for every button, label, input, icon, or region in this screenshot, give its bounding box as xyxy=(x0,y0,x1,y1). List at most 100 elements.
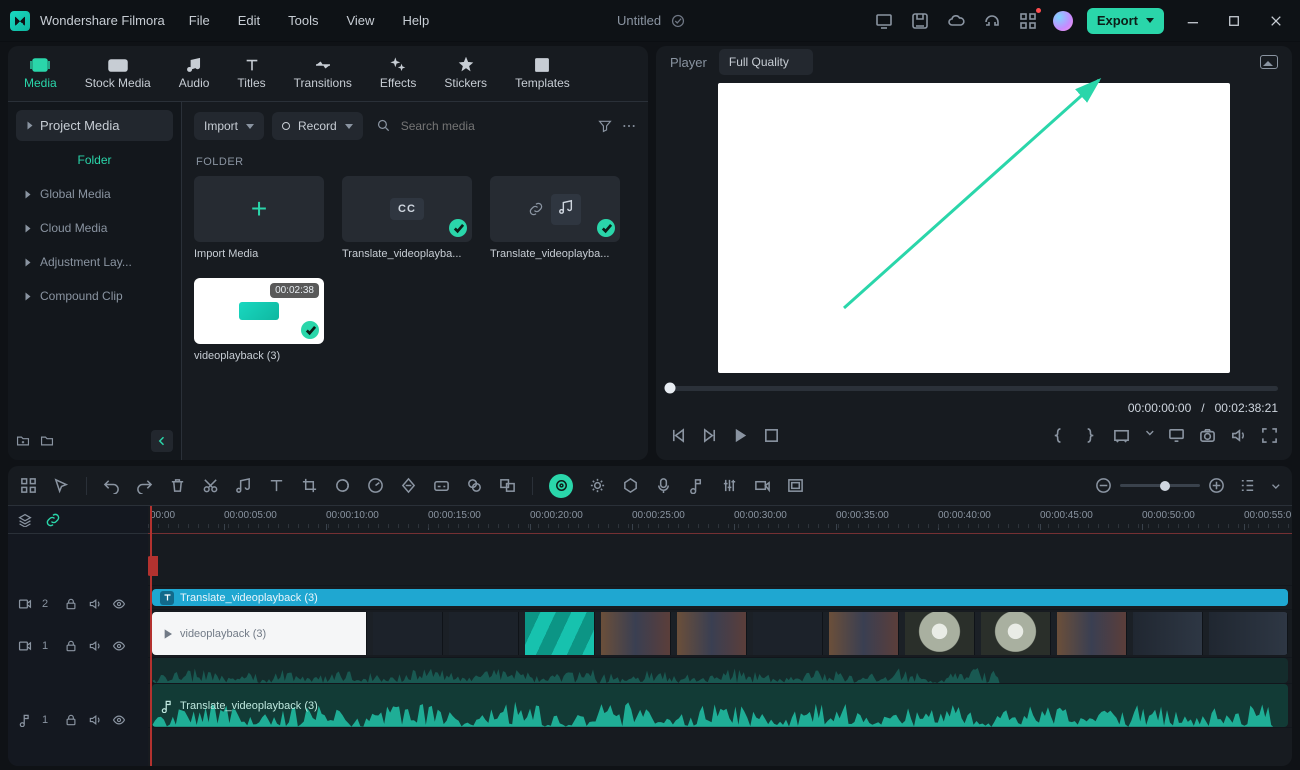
record-dropdown[interactable]: Record xyxy=(272,112,363,140)
tl-text-icon[interactable] xyxy=(268,477,285,494)
display-icon[interactable] xyxy=(873,10,895,32)
clip-video-audio[interactable] xyxy=(152,658,1288,683)
import-dropdown[interactable]: Import xyxy=(194,112,264,140)
eye-icon[interactable] xyxy=(112,597,126,611)
window-minimize[interactable] xyxy=(1178,7,1206,35)
search-input[interactable] xyxy=(399,118,539,134)
tl-list-icon[interactable] xyxy=(1239,477,1256,494)
tab-titles[interactable]: Titles xyxy=(237,57,265,90)
mute-icon[interactable] xyxy=(88,639,102,653)
tl-mic-icon[interactable] xyxy=(655,477,672,494)
redo-icon[interactable] xyxy=(136,477,153,494)
undo-icon[interactable] xyxy=(103,477,120,494)
sidebar-project-media[interactable]: Project Media xyxy=(16,110,173,141)
clip-audio[interactable]: Translate_videoplayback (3) xyxy=(152,684,1288,727)
tl-safe-icon[interactable] xyxy=(787,477,804,494)
tab-transitions[interactable]: Transitions xyxy=(294,57,352,90)
sidebar-folder-label[interactable]: Folder xyxy=(16,147,173,177)
tl-mixer-icon[interactable] xyxy=(721,477,738,494)
lock-icon[interactable] xyxy=(64,597,78,611)
tl-subtitle-icon[interactable] xyxy=(433,477,450,494)
media-item-subtitle[interactable]: CCTranslate_videoplayba... xyxy=(342,176,472,260)
volume-icon[interactable] xyxy=(1230,427,1247,444)
tl-speed-icon[interactable] xyxy=(367,477,384,494)
tl-crop-icon[interactable] xyxy=(301,477,318,494)
sidebar-global-media[interactable]: Global Media xyxy=(16,177,173,211)
scrub-knob[interactable] xyxy=(665,383,676,394)
support-icon[interactable] xyxy=(981,10,1003,32)
lock-icon[interactable] xyxy=(64,639,78,653)
chevron-down-icon[interactable] xyxy=(1270,477,1280,494)
mark-in-icon[interactable] xyxy=(1051,427,1068,444)
media-item-audio[interactable]: Translate_videoplayba... xyxy=(490,176,620,260)
clip-video[interactable]: videoplayback (3) xyxy=(152,612,1288,655)
tab-audio[interactable]: Audio xyxy=(179,57,210,90)
lock-icon[interactable] xyxy=(64,713,78,727)
track-link-icon[interactable] xyxy=(46,513,60,527)
scrub-bar[interactable] xyxy=(670,379,1278,397)
delete-icon[interactable] xyxy=(169,477,186,494)
sidebar-adjustment-layer[interactable]: Adjustment Lay... xyxy=(16,245,173,279)
media-import-tile[interactable]: +Import Media xyxy=(194,176,324,260)
stop-icon[interactable] xyxy=(763,427,780,444)
zoom-in-icon[interactable] xyxy=(1208,477,1225,494)
export-button[interactable]: Export xyxy=(1087,8,1164,34)
play-icon[interactable] xyxy=(732,427,749,444)
fullscreen-icon[interactable] xyxy=(1261,427,1278,444)
tl-music-icon[interactable] xyxy=(235,477,252,494)
tl-enhance-icon[interactable] xyxy=(589,477,606,494)
display-out-icon[interactable] xyxy=(1168,427,1185,444)
next-frame-icon[interactable] xyxy=(701,427,718,444)
tab-effects[interactable]: Effects xyxy=(380,57,416,90)
tl-apps-icon[interactable] xyxy=(20,477,37,494)
tl-render-icon[interactable] xyxy=(754,477,771,494)
media-item-video[interactable]: 00:02:38videoplayback (3) xyxy=(194,278,324,362)
mark-out-icon[interactable] xyxy=(1082,427,1099,444)
preview-viewport[interactable] xyxy=(670,83,1278,373)
tab-media[interactable]: Media xyxy=(24,57,57,90)
mute-icon[interactable] xyxy=(88,597,102,611)
ratio-icon[interactable] xyxy=(1113,427,1130,444)
camera-icon[interactable] xyxy=(1199,427,1216,444)
tl-marker-icon[interactable] xyxy=(622,477,639,494)
filter-icon[interactable] xyxy=(598,119,612,133)
zoom-out-icon[interactable] xyxy=(1095,477,1112,494)
zoom-slider[interactable] xyxy=(1120,484,1200,487)
tl-keyframe-icon[interactable] xyxy=(400,477,417,494)
window-maximize[interactable] xyxy=(1220,7,1248,35)
user-avatar[interactable] xyxy=(1053,11,1073,31)
folder-icon[interactable] xyxy=(40,434,54,448)
eye-icon[interactable] xyxy=(112,639,126,653)
timeline-tracks[interactable]: 00:0000:00:05:0000:00:10:0000:00:15:0000… xyxy=(148,506,1292,766)
cloud-icon[interactable] xyxy=(945,10,967,32)
clip-text[interactable]: Translate_videoplayback (3) xyxy=(152,589,1288,606)
more-icon[interactable] xyxy=(622,119,636,133)
chevron-down-icon[interactable] xyxy=(1144,427,1154,437)
sidebar-cloud-media[interactable]: Cloud Media xyxy=(16,211,173,245)
menu-file[interactable]: File xyxy=(189,13,210,28)
tl-cursor-icon[interactable] xyxy=(53,477,70,494)
menu-view[interactable]: View xyxy=(346,13,374,28)
tl-audio-icon[interactable] xyxy=(688,477,705,494)
apps-icon[interactable] xyxy=(1017,10,1039,32)
window-close[interactable] xyxy=(1262,7,1290,35)
playhead[interactable] xyxy=(150,506,152,766)
collapse-sidebar-button[interactable] xyxy=(151,430,173,452)
tl-color-icon[interactable] xyxy=(334,477,351,494)
track-layers-icon[interactable] xyxy=(18,513,32,527)
tl-ai-icon[interactable] xyxy=(549,474,573,498)
prev-frame-icon[interactable] xyxy=(670,427,687,444)
eye-icon[interactable] xyxy=(112,713,126,727)
tab-templates[interactable]: Templates xyxy=(515,57,570,90)
menu-edit[interactable]: Edit xyxy=(238,13,260,28)
menu-help[interactable]: Help xyxy=(402,13,429,28)
quality-select[interactable]: Full Quality xyxy=(719,49,813,75)
save-icon[interactable] xyxy=(909,10,931,32)
split-icon[interactable] xyxy=(202,477,219,494)
tab-stockmedia[interactable]: Stock Media xyxy=(85,57,151,90)
tl-chroma-icon[interactable] xyxy=(466,477,483,494)
timeline-ruler[interactable]: 00:0000:00:05:0000:00:10:0000:00:15:0000… xyxy=(148,506,1292,534)
sidebar-compound-clip[interactable]: Compound Clip xyxy=(16,279,173,313)
menu-tools[interactable]: Tools xyxy=(288,13,318,28)
snapshot-icon[interactable] xyxy=(1260,55,1278,69)
